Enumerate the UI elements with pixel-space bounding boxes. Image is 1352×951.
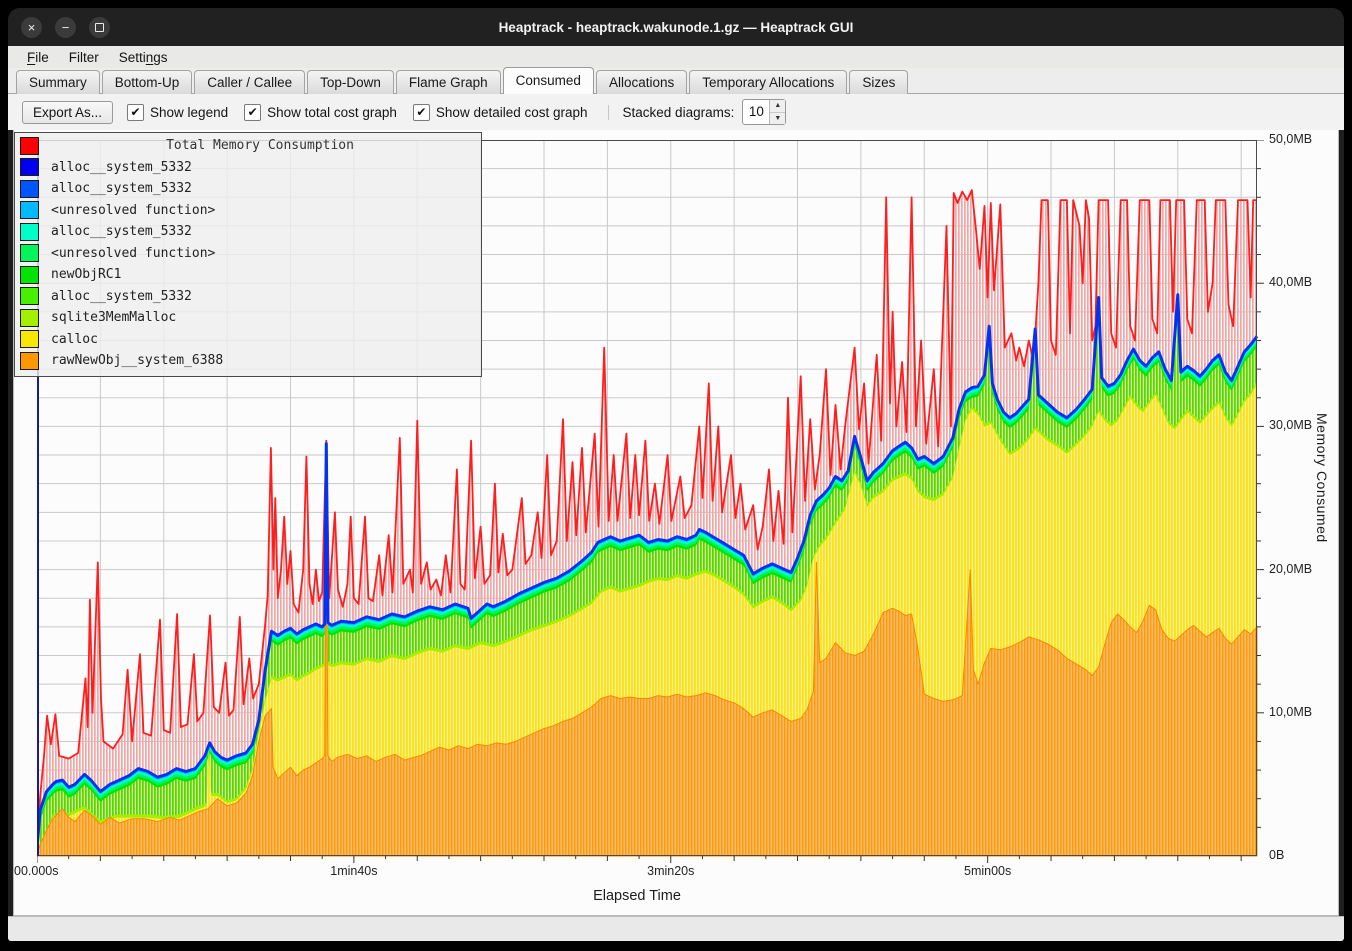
legend-item[interactable]: <unresolved function>: [15, 200, 481, 222]
y-tick-label: 40,0MB: [1269, 275, 1339, 289]
legend-swatch: [20, 180, 39, 198]
menu-bar: FileFilterSettings: [8, 46, 1344, 68]
legend-item[interactable]: sqlite3MemMalloc: [15, 307, 481, 329]
minimize-button[interactable]: −: [55, 17, 76, 38]
legend-item[interactable]: newObjRC1: [15, 264, 481, 286]
checkmark-icon: ✔: [244, 104, 261, 121]
close-icon: ×: [28, 21, 36, 34]
menu-filter[interactable]: Filter: [60, 49, 108, 66]
checkmark-icon: ✔: [127, 104, 144, 121]
legend-swatch: [20, 201, 39, 219]
checkbox-label: Show detailed cost graph: [436, 105, 588, 120]
legend-title-row[interactable]: Total Memory Consumption: [15, 135, 481, 157]
legend-swatch: [20, 137, 39, 155]
toolbar: Export As... ✔ Show legend ✔ Show total cos…: [8, 94, 1344, 130]
window-title: Heaptrack - heaptrack.wakunode.1.gz — He…: [8, 20, 1344, 35]
checkbox-group: ✔ Show legend ✔ Show total cost graph ✔ Show …: [127, 104, 588, 121]
x-tick-label: 1min40s: [309, 864, 399, 878]
legend-item[interactable]: alloc__system_5332: [15, 221, 481, 243]
legend-swatch: [20, 266, 39, 284]
legend-item[interactable]: alloc__system_5332: [15, 157, 481, 179]
spinbox-buttons: ▲ ▼: [769, 100, 785, 124]
close-button[interactable]: ×: [21, 17, 42, 38]
y-tick-label: 20,0MB: [1269, 562, 1339, 576]
legend-label: sqlite3MemMalloc: [51, 310, 176, 325]
spinbox-down-button[interactable]: ▼: [770, 113, 785, 125]
x-tick-label: 3min20s: [626, 864, 716, 878]
maximize-button[interactable]: [89, 17, 110, 38]
tab-sizes[interactable]: Sizes: [849, 70, 908, 94]
legend-label: alloc__system_5332: [51, 181, 192, 196]
legend-swatch: [20, 309, 39, 327]
legend-item[interactable]: alloc__system_5332: [15, 286, 481, 308]
tab-temporary-allocations[interactable]: Temporary Allocations: [689, 70, 847, 94]
legend-swatch: [20, 244, 39, 262]
y-axis-title: Memory Consumed: [1308, 413, 1330, 543]
checkmark-icon: ✔: [413, 104, 430, 121]
menu-file[interactable]: File: [18, 49, 58, 66]
checkbox-show-detailed-cost-graph[interactable]: ✔ Show detailed cost graph: [413, 104, 588, 121]
legend-label: Total Memory Consumption: [39, 138, 481, 153]
legend-swatch: [20, 287, 39, 305]
legend-item[interactable]: <unresolved function>: [15, 243, 481, 265]
y-tick-label: 10,0MB: [1269, 705, 1339, 719]
checkbox-label: Show legend: [150, 105, 228, 120]
arrow-up-icon: ▲: [774, 102, 781, 109]
stacked-diagrams-label: Stacked diagrams:: [608, 105, 735, 120]
legend-label: rawNewObj__system_6388: [51, 353, 223, 368]
legend-label: alloc__system_5332: [51, 224, 192, 239]
legend-swatch: [20, 330, 39, 348]
legend-item[interactable]: calloc: [15, 329, 481, 351]
checkbox-show-total-cost-graph[interactable]: ✔ Show total cost graph: [244, 104, 397, 121]
app-window: × − Heaptrack - heaptrack.wakunode.1.gz …: [8, 8, 1344, 941]
legend-item[interactable]: rawNewObj__system_6388: [15, 350, 481, 372]
checkbox-show-legend[interactable]: ✔ Show legend: [127, 104, 228, 121]
maximize-icon: [95, 23, 104, 32]
legend-label: <unresolved function>: [51, 246, 215, 261]
status-strip: [8, 916, 1344, 941]
arrow-down-icon: ▼: [774, 115, 781, 122]
y-tick-label: 0B: [1269, 848, 1339, 862]
title-bar[interactable]: × − Heaptrack - heaptrack.wakunode.1.gz …: [8, 8, 1344, 46]
x-tick-label: 5min00s: [943, 864, 1033, 878]
tab-consumed[interactable]: Consumed: [503, 67, 594, 94]
export-as-button[interactable]: Export As...: [22, 101, 113, 124]
tab-allocations[interactable]: Allocations: [596, 70, 687, 94]
legend-item[interactable]: alloc__system_5332: [15, 178, 481, 200]
spinbox-value[interactable]: 10: [743, 100, 769, 124]
x-tick-label: 00.000s: [14, 864, 104, 878]
stacked-diagrams-spinbox[interactable]: 10 ▲ ▼: [742, 99, 786, 125]
tab-flame-graph[interactable]: Flame Graph: [396, 70, 501, 94]
legend-label: alloc__system_5332: [51, 289, 192, 304]
tab-caller-callee[interactable]: Caller / Callee: [194, 70, 305, 94]
consumed-tab-panel: Total Memory Consumption alloc__system_53…: [13, 130, 1339, 916]
legend-swatch: [20, 158, 39, 176]
x-axis-title: Elapsed Time: [557, 888, 717, 904]
legend-swatch: [20, 352, 39, 370]
tab-top-down[interactable]: Top-Down: [307, 70, 394, 94]
chart-legend[interactable]: Total Memory Consumption alloc__system_53…: [14, 132, 482, 377]
legend-label: newObjRC1: [51, 267, 121, 282]
minimize-icon: −: [62, 21, 70, 34]
tab-summary[interactable]: Summary: [16, 70, 100, 94]
tab-bottom-up[interactable]: Bottom-Up: [102, 70, 193, 94]
y-tick-label: 50,0MB: [1269, 132, 1339, 146]
checkbox-label: Show total cost graph: [267, 105, 397, 120]
legend-label: calloc: [51, 332, 98, 347]
spinbox-up-button[interactable]: ▲: [770, 100, 785, 113]
legend-swatch: [20, 223, 39, 241]
legend-label: <unresolved function>: [51, 203, 215, 218]
tab-bar: SummaryBottom-UpCaller / CalleeTop-DownF…: [8, 68, 1344, 94]
menu-settings[interactable]: Settings: [110, 49, 177, 66]
legend-label: alloc__system_5332: [51, 160, 192, 175]
